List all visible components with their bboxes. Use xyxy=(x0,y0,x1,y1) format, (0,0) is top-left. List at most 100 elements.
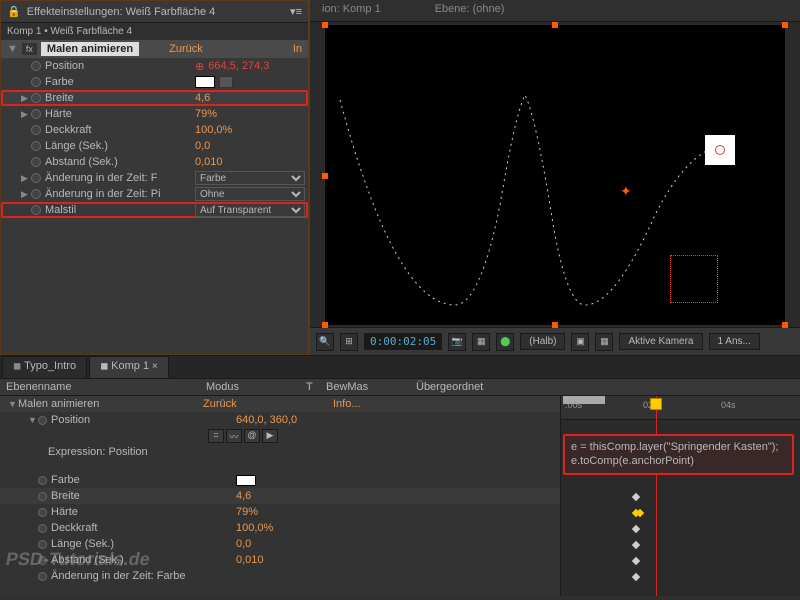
stopwatch-icon[interactable] xyxy=(38,524,47,533)
channel-icon[interactable]: ▦ xyxy=(472,333,490,351)
keyframe-icon[interactable] xyxy=(632,525,640,533)
col-mode: Modus xyxy=(200,379,300,395)
tl-deckkraft-row[interactable]: Deckkraft100,0% xyxy=(0,520,560,536)
composition-viewer[interactable]: ✦ xyxy=(310,22,800,327)
tl-aender-row[interactable]: Änderung in der Zeit: Farbe xyxy=(0,568,560,584)
stopwatch-icon[interactable] xyxy=(31,61,41,71)
twirl-icon[interactable]: ▶ xyxy=(21,189,31,200)
stopwatch-icon[interactable] xyxy=(31,125,41,135)
expr-menu-icon[interactable]: ▶ xyxy=(262,429,278,443)
cti-head-icon[interactable] xyxy=(650,398,662,410)
effects-panel-header: 🔒 Effekteinstellungen: Weiß Farbfläche 4… xyxy=(1,1,308,23)
breite-value[interactable]: 4,6 xyxy=(195,92,210,104)
abstand-value[interactable]: 0,010 xyxy=(195,156,223,168)
fx-badge: fx xyxy=(22,43,37,55)
magnify-icon[interactable]: 🔍 xyxy=(316,333,334,351)
timeline-columns: Ebenenname Modus T BewMas Übergeordnet xyxy=(0,378,800,396)
stopwatch-icon[interactable] xyxy=(38,572,47,581)
prop-aender-p: ▶Änderung in der Zeit: PiOhne xyxy=(1,186,308,202)
views-dropdown[interactable]: 1 Ans... xyxy=(709,333,760,350)
tab-komp-1[interactable]: ◼ Komp 1 × xyxy=(89,356,169,378)
effect-name[interactable]: Malen animieren xyxy=(41,42,139,56)
expr-enable-icon[interactable]: = xyxy=(208,429,224,443)
panel-title: Effekteinstellungen: Weiß Farbfläche 4 xyxy=(27,6,216,18)
position-value[interactable]: 664,5, 274,3 xyxy=(208,60,269,72)
twirl-icon[interactable]: ▶ xyxy=(21,93,31,104)
prop-aender-f: ▶Änderung in der Zeit: FFarbe xyxy=(1,170,308,186)
expr-pickwhip-icon[interactable]: @ xyxy=(244,429,260,443)
deckkraft-value[interactable]: 100,0% xyxy=(195,124,232,136)
tab-typo-intro[interactable]: ◼ Typo_Intro xyxy=(2,356,87,378)
stopwatch-icon[interactable] xyxy=(38,540,47,549)
anchor-icon xyxy=(715,145,725,155)
tl-haerte-row[interactable]: Härte79% xyxy=(0,504,560,520)
grid-icon[interactable]: ⊞ xyxy=(340,333,358,351)
color-swatch[interactable] xyxy=(195,76,215,88)
stopwatch-icon[interactable] xyxy=(38,416,47,425)
stopwatch-icon[interactable] xyxy=(31,157,41,167)
viewer-tabs: ion: Komp 1 Ebene: (ohne) xyxy=(310,0,800,22)
prop-malstil: MalstilAuf Transparent xyxy=(1,202,308,218)
prop-abstand: Abstand (Sek.)0,010 xyxy=(1,154,308,170)
col-name: Ebenenname xyxy=(0,379,200,395)
stopwatch-icon[interactable] xyxy=(38,476,47,485)
lock-icon[interactable]: 🔒 xyxy=(7,5,21,18)
breadcrumb: Komp 1 • Weiß Farbfläche 4 xyxy=(1,23,308,40)
watermark: PSD-Tutorials.de xyxy=(4,549,151,570)
comp-anchor-icon: ✦ xyxy=(620,183,630,193)
malstil-select[interactable]: Auf Transparent xyxy=(195,203,305,217)
camera-dropdown[interactable]: Aktive Kamera xyxy=(619,333,702,350)
tl-expression-label: Expression: Position xyxy=(0,444,560,460)
stopwatch-icon[interactable] xyxy=(31,141,41,151)
expression-field[interactable]: e = thisComp.layer("Springender Kasten")… xyxy=(563,434,794,475)
stopwatch-icon[interactable] xyxy=(31,93,41,103)
viewer-controls: 🔍 ⊞ 0:00:02:05 📷 ▦ ⬤ (Halb) ▣ ▦ Aktive K… xyxy=(310,327,800,355)
aender-f-select[interactable]: Farbe xyxy=(195,171,305,185)
col-bewmas: BewMas xyxy=(320,379,410,395)
tl-position-row[interactable]: ▼Position640,0, 360,0 xyxy=(0,412,560,428)
keyframe-icon[interactable] xyxy=(632,493,640,501)
expr-graph-icon[interactable]: 〰 xyxy=(226,429,242,443)
transparency-icon[interactable]: ▦ xyxy=(595,333,613,351)
effect-title-row: ▼ fx Malen animieren Zurück In xyxy=(1,40,308,58)
twirl-icon[interactable]: ▶ xyxy=(21,173,31,184)
info-link[interactable]: In xyxy=(293,43,302,55)
twirl-icon[interactable]: ▶ xyxy=(21,109,31,120)
reset-link[interactable]: Zurück xyxy=(169,43,203,55)
keyframe-icon[interactable] xyxy=(632,541,640,549)
rgb-icon[interactable]: ⬤ xyxy=(496,333,514,351)
prop-haerte: ▶Härte79% xyxy=(1,106,308,122)
stopwatch-icon[interactable] xyxy=(38,508,47,517)
stopwatch-icon[interactable] xyxy=(31,205,41,215)
current-time-indicator[interactable] xyxy=(656,396,657,596)
aender-p-select[interactable]: Ohne xyxy=(195,187,305,201)
selection-outline xyxy=(670,255,718,303)
color-swatch[interactable] xyxy=(236,475,256,486)
prop-position: Position⊕664,5, 274,3 xyxy=(1,58,308,74)
twirl-icon[interactable]: ▼ xyxy=(7,43,18,55)
haerte-value[interactable]: 79% xyxy=(195,108,217,120)
time-ruler[interactable]: :00s 02s 04s xyxy=(561,396,800,420)
panel-menu-icon[interactable]: ▾≡ xyxy=(290,5,302,18)
resolution-dropdown[interactable]: (Halb) xyxy=(520,333,565,350)
stopwatch-icon[interactable] xyxy=(31,109,41,119)
stopwatch-icon[interactable] xyxy=(31,77,41,87)
stopwatch-icon[interactable] xyxy=(31,173,41,183)
tl-farbe-row[interactable]: Farbe xyxy=(0,472,560,488)
keyframe-icon[interactable] xyxy=(632,573,640,581)
timecode[interactable]: 0:00:02:05 xyxy=(364,333,442,350)
tl-effect-row[interactable]: ▼Malen animierenZurückInfo... xyxy=(0,396,560,412)
layer-springender-kasten[interactable] xyxy=(705,135,735,165)
stopwatch-icon[interactable] xyxy=(38,492,47,501)
tab-comp[interactable]: ion: Komp 1 xyxy=(310,0,393,21)
tl-breite-row[interactable]: Breite4,6 xyxy=(0,488,560,504)
laenge-value[interactable]: 0,0 xyxy=(195,140,210,152)
snapshot-icon[interactable]: 📷 xyxy=(448,333,466,351)
tab-layer[interactable]: Ebene: (ohne) xyxy=(423,0,517,21)
eyedropper-icon[interactable] xyxy=(219,76,233,88)
target-icon[interactable]: ⊕ xyxy=(195,60,204,73)
roi-icon[interactable]: ▣ xyxy=(571,333,589,351)
stopwatch-icon[interactable] xyxy=(31,189,41,199)
keyframe-icon[interactable] xyxy=(632,557,640,565)
prop-breite: ▶Breite4,6 xyxy=(1,90,308,106)
